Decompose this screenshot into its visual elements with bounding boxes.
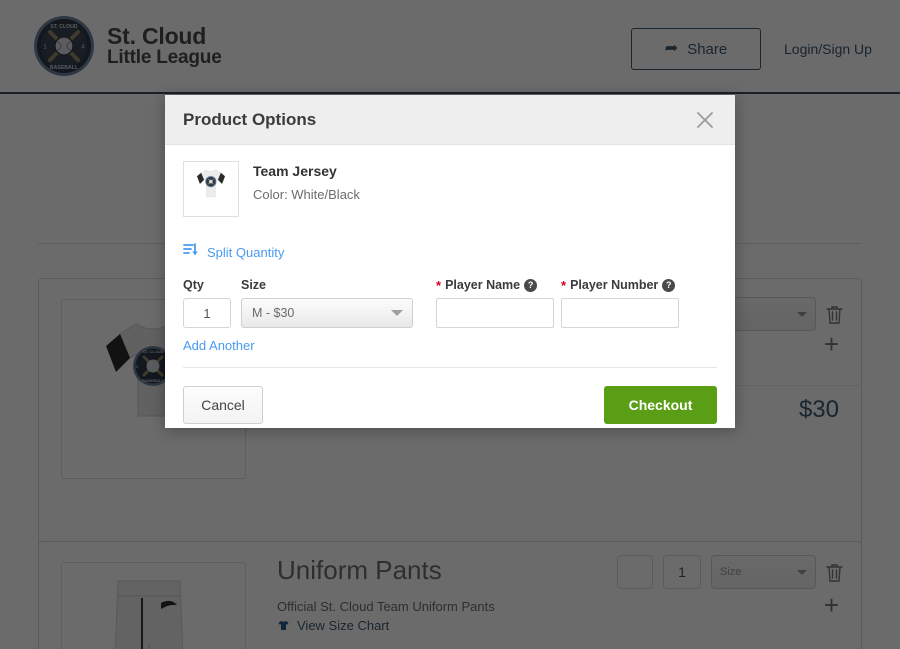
modal-item-row: Team Jersey Color: White/Black: [183, 145, 717, 217]
field-player-name: * Player Name ?: [436, 278, 554, 328]
required-marker: *: [561, 277, 567, 293]
player-name-input[interactable]: [436, 298, 554, 328]
modal-body: Team Jersey Color: White/Black Split Qua…: [165, 145, 735, 424]
modal-item-color: Color: White/Black: [253, 187, 360, 202]
size-select[interactable]: M - $30: [241, 298, 413, 328]
modal-item-info: Team Jersey Color: White/Black: [253, 161, 360, 217]
player-number-label-text: Player Number: [570, 278, 659, 292]
size-select-value: M - $30: [252, 306, 295, 320]
modal-fields-row: Qty 1 Size M - $30 * Player Name ? * Pla…: [183, 278, 717, 328]
split-quantity-label: Split Quantity: [207, 245, 285, 260]
cancel-button[interactable]: Cancel: [183, 386, 263, 424]
product-options-modal: Product Options Team Jersey Color: White…: [165, 95, 735, 428]
modal-item-name: Team Jersey: [253, 163, 337, 179]
checkout-button[interactable]: Checkout: [604, 386, 717, 424]
field-player-number: * Player Number ?: [561, 278, 679, 328]
add-another-link[interactable]: Add Another: [183, 338, 255, 353]
required-marker: *: [436, 277, 442, 293]
field-player-number-label: * Player Number ?: [561, 278, 679, 292]
field-size: Size M - $30: [241, 278, 413, 328]
field-qty: Qty 1: [183, 278, 231, 328]
modal-divider: [183, 367, 717, 368]
field-size-label: Size: [241, 278, 267, 292]
help-icon[interactable]: ?: [524, 278, 538, 292]
sort-descending-icon: [183, 243, 198, 262]
help-icon[interactable]: ?: [662, 278, 676, 292]
player-name-label-text: Player Name: [445, 278, 521, 292]
modal-title: Product Options: [183, 109, 317, 129]
player-number-input[interactable]: [561, 298, 679, 328]
field-qty-label: Qty: [183, 278, 204, 292]
field-player-name-label: * Player Name ?: [436, 278, 554, 292]
page-root: ST. CLOUD BASEBALL 1 4 St. Cloud Little …: [0, 0, 900, 649]
modal-item-thumbnail: [183, 161, 239, 217]
modal-header: Product Options: [165, 95, 735, 145]
modal-actions: Cancel Checkout: [183, 386, 717, 424]
split-quantity-button[interactable]: Split Quantity: [183, 243, 717, 262]
close-icon[interactable]: [694, 109, 716, 131]
qty-input[interactable]: 1: [183, 298, 231, 328]
chevron-down-icon: [391, 310, 403, 316]
